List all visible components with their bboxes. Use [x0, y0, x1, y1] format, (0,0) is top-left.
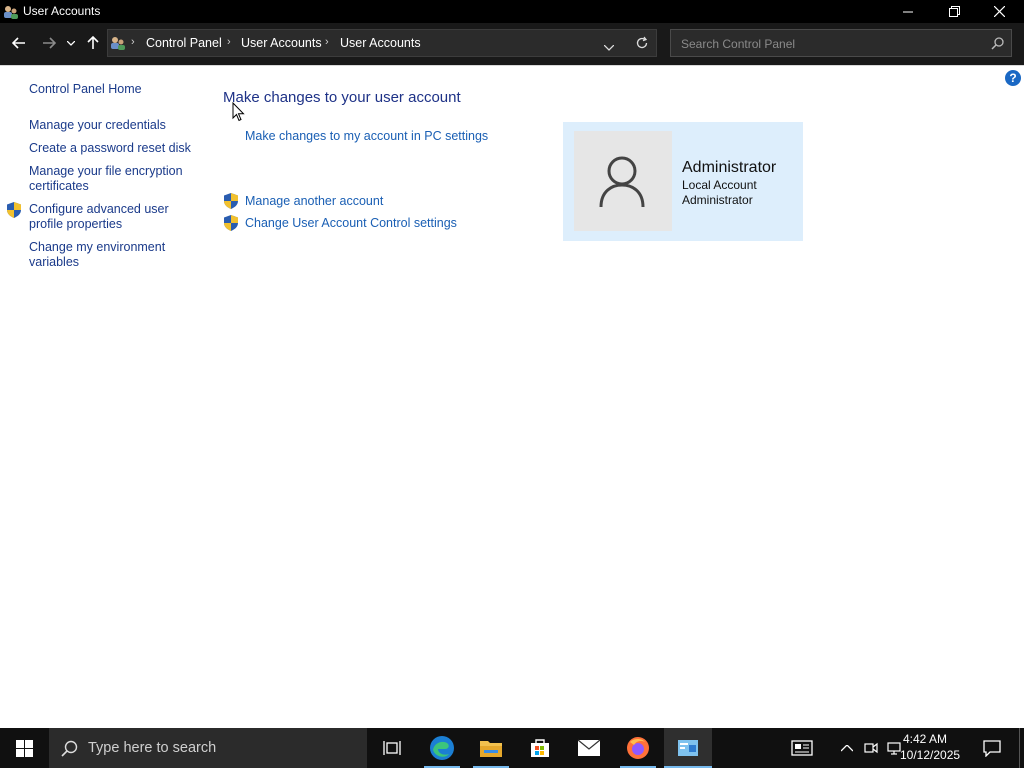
clock-date: 10/12/2025	[900, 748, 961, 762]
show-desktop-button[interactable]	[1019, 728, 1020, 768]
user-accounts-icon	[3, 4, 19, 23]
refresh-icon[interactable]	[635, 36, 649, 53]
news-widget-button[interactable]	[778, 728, 826, 768]
create-password-reset-disk-link[interactable]: Create a password reset disk	[29, 141, 199, 156]
windows-logo-icon	[15, 739, 33, 757]
notifications-button[interactable]	[968, 728, 1016, 768]
manage-credentials-link[interactable]: Manage your credentials	[29, 118, 199, 133]
manage-file-encryption-link[interactable]: Manage your file encryption certificates	[29, 164, 189, 194]
account-name: Administrator	[682, 159, 777, 176]
page-title: Make changes to your user account	[223, 89, 461, 106]
edge-icon	[430, 736, 454, 760]
breadcrumb-user-accounts[interactable]: User Accounts	[241, 36, 322, 50]
breadcrumb-separator-icon: ›	[131, 36, 135, 48]
search-icon[interactable]	[991, 37, 1004, 53]
task-view-button[interactable]	[368, 728, 416, 768]
forward-button[interactable]	[37, 30, 61, 56]
title-bar: User Accounts	[0, 0, 1024, 23]
change-uac-settings-link[interactable]: Change User Account Control settings	[245, 216, 457, 230]
user-silhouette-icon	[599, 156, 645, 208]
firefox-taskbar-button[interactable]	[614, 728, 662, 768]
taskbar-clock[interactable]: 4:42 AM 10/12/2025	[900, 731, 961, 763]
configure-advanced-profile-link[interactable]: Configure advanced user profile properti…	[29, 202, 174, 232]
change-environment-variables-link[interactable]: Change my environment variables	[29, 240, 174, 270]
news-icon	[791, 740, 813, 756]
account-role: Administrator	[682, 193, 753, 207]
breadcrumb-separator-icon: ›	[227, 36, 231, 48]
manage-another-account-link[interactable]: Manage another account	[245, 194, 383, 208]
show-hidden-icons-chevron-icon[interactable]	[835, 728, 859, 768]
pc-settings-link[interactable]: Make changes to my account in PC setting…	[245, 129, 488, 143]
clock-time: 4:42 AM	[902, 732, 948, 746]
meet-now-icon[interactable]	[859, 728, 883, 768]
divider	[0, 65, 1024, 66]
taskbar-search-placeholder: Type here to search	[88, 740, 217, 756]
uac-shield-icon	[224, 215, 238, 231]
control-panel-icon	[110, 35, 126, 54]
recent-locations-chevron-icon[interactable]	[62, 30, 80, 56]
mail-icon	[577, 739, 601, 756]
close-button[interactable]	[976, 0, 1022, 23]
notification-icon	[983, 739, 1001, 757]
up-button[interactable]	[81, 30, 105, 56]
breadcrumb-separator-icon: ›	[325, 36, 329, 48]
control-panel-taskbar-button[interactable]	[664, 728, 712, 768]
mouse-cursor-icon	[232, 101, 245, 125]
edge-taskbar-button[interactable]	[418, 728, 466, 768]
start-button[interactable]	[0, 728, 48, 768]
uac-shield-icon	[7, 202, 21, 218]
search-icon	[61, 740, 78, 760]
store-taskbar-button[interactable]	[516, 728, 564, 768]
breadcrumb-control-panel[interactable]: Control Panel	[146, 36, 222, 50]
avatar	[574, 131, 672, 231]
taskbar-search-box[interactable]: Type here to search	[49, 728, 367, 768]
uac-shield-icon	[224, 193, 238, 209]
control-panel-home-link[interactable]: Control Panel Home	[29, 82, 199, 97]
task-view-icon	[383, 741, 401, 755]
minimize-button[interactable]	[885, 0, 931, 23]
mail-taskbar-button[interactable]	[565, 728, 613, 768]
store-icon	[531, 739, 549, 757]
search-box[interactable]	[670, 29, 1012, 57]
address-dropdown-chevron-icon[interactable]	[603, 40, 615, 54]
firefox-icon	[627, 737, 649, 759]
window-title: User Accounts	[23, 4, 101, 18]
breadcrumb-user-accounts-current[interactable]: User Accounts	[340, 36, 421, 50]
restore-button[interactable]	[931, 0, 977, 23]
back-button[interactable]	[7, 30, 31, 56]
control-panel-icon	[678, 740, 698, 756]
file-explorer-taskbar-button[interactable]	[467, 728, 515, 768]
address-bar[interactable]: › Control Panel › User Accounts › User A…	[107, 29, 657, 57]
account-type: Local Account	[682, 178, 757, 192]
search-input[interactable]	[679, 35, 983, 53]
help-icon[interactable]: ?	[1005, 70, 1021, 86]
folder-icon	[480, 741, 502, 757]
